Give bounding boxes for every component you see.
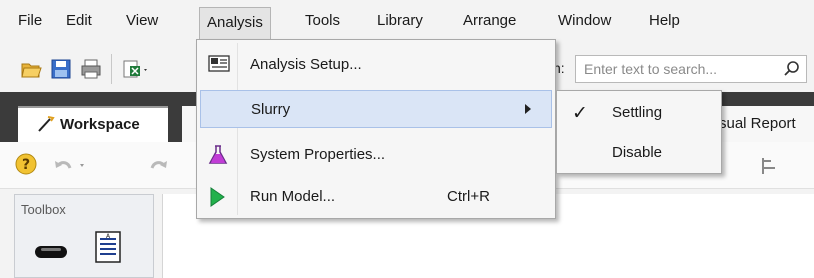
toolbox-title: Toolbox [21, 202, 66, 217]
undo-icon[interactable] [52, 156, 92, 177]
workspace-pipe-icon [36, 114, 56, 137]
menu-edit[interactable]: Edit [66, 10, 92, 32]
menu-item-system-properties[interactable]: System Properties... [200, 136, 552, 174]
menu-analysis[interactable]: Analysis [199, 7, 271, 39]
check-icon: ✓ [572, 103, 588, 124]
submenu-item-disable[interactable]: Disable [560, 135, 718, 171]
slurry-submenu: ✓ Settling Disable [556, 90, 722, 174]
menu-item-analysis-setup[interactable]: Analysis Setup... [200, 46, 552, 84]
menu-file[interactable]: File [18, 10, 42, 32]
menu-item-label: System Properties... [250, 146, 386, 163]
save-icon[interactable] [50, 58, 72, 80]
help-icon[interactable]: ? [14, 152, 38, 179]
menu-item-label: Slurry [251, 101, 291, 118]
menu-library[interactable]: Library [377, 10, 423, 32]
submenu-arrow-icon [525, 104, 531, 114]
export-excel-icon[interactable] [122, 58, 147, 80]
menu-item-shortcut: Ctrl+R [447, 188, 490, 205]
search-input[interactable]: Enter text to search... [575, 55, 807, 83]
align-icon[interactable] [760, 156, 782, 179]
menu-help[interactable]: Help [649, 10, 680, 32]
toolbar-separator [111, 54, 112, 84]
analysis-setup-icon [208, 54, 230, 77]
menu-item-label: Run Model... [250, 188, 336, 205]
submenu-item-label: Settling [612, 104, 663, 121]
tab-visual-report[interactable]: sual Report [712, 106, 814, 142]
toolbox-panel: Toolbox A [14, 194, 154, 278]
menu-window[interactable]: Window [558, 10, 611, 32]
analysis-menu: Analysis Setup... Slurry System Properti… [196, 39, 556, 219]
pipe-tool-icon[interactable] [33, 243, 69, 264]
open-folder-icon[interactable] [20, 58, 42, 80]
redo-icon[interactable] [148, 156, 188, 177]
search-placeholder: Enter text to search... [584, 61, 718, 77]
menu-bar: File Edit View Analysis Tools Library Ar… [0, 0, 814, 40]
menu-tools[interactable]: Tools [305, 10, 340, 32]
svg-text:?: ? [22, 157, 30, 173]
menu-item-slurry[interactable]: Slurry [200, 90, 552, 128]
tab-workspace[interactable]: Workspace [18, 106, 168, 142]
menu-item-label: Analysis Setup... [250, 56, 362, 73]
menu-view[interactable]: View [126, 10, 158, 32]
print-icon[interactable] [80, 58, 102, 80]
tab-visual-report-label: sual Report [719, 115, 796, 132]
menu-item-run-model[interactable]: Run Model... Ctrl+R [200, 178, 552, 216]
annotation-tool-icon[interactable]: A [95, 231, 121, 266]
tab-workspace-label: Workspace [60, 116, 140, 133]
submenu-item-label: Disable [612, 144, 663, 161]
submenu-item-settling[interactable]: ✓ Settling [560, 95, 718, 131]
menu-arrange[interactable]: Arrange [463, 10, 516, 32]
flask-icon [208, 144, 228, 169]
search-icon[interactable] [783, 59, 801, 82]
run-icon [208, 186, 226, 211]
